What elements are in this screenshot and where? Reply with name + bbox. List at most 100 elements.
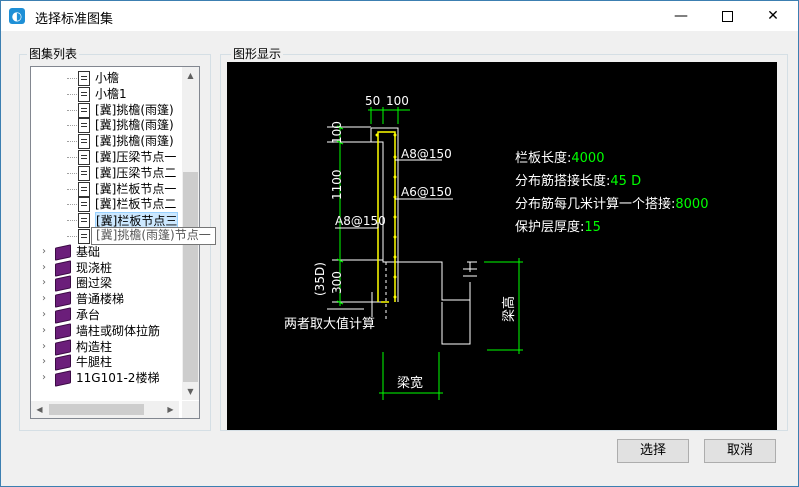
tree-item-label: [冀]挑檐(雨篷) [95, 102, 174, 117]
window-title: 选择标准图集 [35, 12, 114, 27]
tree-doc-item[interactable]: [冀]压梁节点二 [31, 165, 179, 181]
tree-item-label: 基础 [76, 244, 101, 259]
scroll-up-arrow-icon[interactable]: ▲ [182, 67, 199, 84]
tree-item-label: [冀]栏板节点二 [95, 197, 177, 212]
param-label: 分布筋每几米计算一个搭接: [515, 196, 675, 212]
param-lap-length: 分布筋搭接长度:45 D [515, 173, 641, 189]
tree-folder-item[interactable]: › 圈过梁 [31, 275, 179, 293]
tree-item-label: [冀]栏板节点一 [95, 181, 177, 196]
expand-chevron-icon[interactable]: › [39, 323, 49, 339]
document-icon [78, 229, 90, 244]
tree-connector [67, 220, 77, 222]
vertical-scroll-thumb[interactable] [183, 172, 198, 382]
expand-chevron-icon[interactable]: › [39, 275, 49, 291]
document-icon [78, 86, 90, 102]
param-cover-thickness: 保护层厚度:15 [515, 219, 601, 235]
tree-item-label: 墙柱或砌体拉筋 [76, 323, 161, 338]
expand-chevron-icon[interactable]: › [39, 354, 49, 370]
tree-doc-item[interactable]: [冀]栏板节点二 [31, 196, 179, 213]
document-icon [78, 71, 90, 86]
tree-doc-item[interactable]: 小檐 [31, 70, 179, 86]
tree-folder-item[interactable]: › 普通楼梯 [31, 291, 179, 308]
document-icon [78, 150, 90, 165]
tree-doc-item[interactable]: [冀]挑檐(雨篷) [31, 133, 179, 150]
note-take-max: 两者取大值计算 [284, 316, 375, 332]
scroll-left-arrow-icon[interactable]: ◀ [31, 401, 48, 418]
tree-folder-item[interactable]: › 构造柱 [31, 338, 179, 356]
expand-chevron-icon[interactable]: › [39, 370, 49, 386]
tree-doc-item[interactable]: [冀]栏板节点三 [31, 212, 179, 231]
select-button[interactable]: 选择 [617, 439, 689, 463]
tree-folder-item[interactable]: › 牛腿柱 [31, 354, 179, 372]
tree-item-label: [冀]挑檐(雨篷) [95, 118, 174, 133]
dim-left-1100: 1100 [330, 169, 344, 200]
maximize-button[interactable] [704, 1, 750, 31]
book-icon [55, 275, 71, 293]
tree-connector [67, 188, 77, 190]
tree-doc-item[interactable]: [冀]挑檐(雨篷) [31, 102, 179, 118]
tree-doc-item[interactable]: 小檐1 [31, 86, 179, 102]
param-label: 分布筋搭接长度: [515, 173, 610, 189]
tree-item-label: 小檐 [95, 71, 120, 85]
book-icon [55, 291, 71, 308]
tree-item-label: 承台 [76, 308, 101, 322]
tree-item-tooltip: [冀]挑檐(雨篷)节点一 [91, 227, 216, 245]
maximize-icon [721, 10, 733, 22]
scroll-right-arrow-icon[interactable]: ▶ [162, 401, 179, 418]
param-lap-interval: 分布筋每几米计算一个搭接:8000 [515, 196, 708, 212]
tree-item-label: [冀]挑檐(雨篷) [95, 134, 174, 149]
title-bar[interactable]: ◐ 选择标准图集 — ✕ [1, 1, 798, 31]
tree-horizontal-scrollbar[interactable]: ◀ ▶ [31, 401, 179, 418]
tree-folder-item[interactable]: › 承台 [31, 307, 179, 324]
expand-chevron-icon[interactable]: › [39, 244, 49, 260]
minimize-button[interactable]: — [658, 1, 704, 31]
document-icon [78, 213, 90, 229]
tree-item-label: [冀]压梁节点二 [95, 165, 177, 180]
tree-connector [67, 236, 77, 237]
expand-chevron-icon[interactable]: › [39, 260, 49, 276]
tree-doc-item[interactable]: [冀]压梁节点一 [31, 149, 179, 165]
tree-connector [67, 157, 77, 158]
note-35d: (35D) [313, 262, 327, 296]
scroll-corner [182, 401, 199, 418]
book-icon [55, 244, 71, 261]
tree-folder-item[interactable]: › 现浇桩 [31, 259, 179, 277]
expand-chevron-icon[interactable]: › [39, 307, 49, 323]
book-icon [55, 338, 71, 356]
param-value: 4000 [571, 151, 604, 166]
atlas-list-title: 图集列表 [27, 47, 80, 61]
tree-folder-item[interactable]: › 11G101-2楼梯 [31, 370, 179, 387]
tree-connector [67, 204, 77, 206]
tree-item-label: 小檐1 [95, 86, 127, 101]
tree-doc-item[interactable]: [冀]挑檐(雨篷) [31, 117, 179, 134]
leader-lines [327, 159, 453, 310]
param-label: 保护层厚度: [515, 219, 584, 235]
drawing-canvas: 50 100 100 1100 300 A8@150 A6@150 A8@150… [227, 62, 777, 430]
book-icon [55, 307, 71, 324]
tree-folder-item[interactable]: › 墙柱或砌体拉筋 [31, 323, 179, 340]
dim-left-300: 300 [330, 271, 344, 294]
tree-doc-item[interactable]: [冀]栏板节点一 [31, 181, 179, 197]
graphic-display-title: 图形显示 [231, 47, 284, 61]
param-value: 15 [584, 220, 601, 235]
tree-connector [67, 78, 77, 79]
document-icon [78, 181, 90, 197]
beam-height-label: 梁高 [501, 296, 517, 322]
tree-item-label: 普通楼梯 [76, 292, 125, 307]
book-icon [55, 354, 71, 372]
detail-drawing: 50 100 100 1100 300 A8@150 A6@150 A8@150… [284, 94, 708, 400]
tree-connector [67, 172, 77, 174]
tree-item-label: 11G101-2楼梯 [76, 371, 160, 386]
tree-folder-item[interactable]: › 基础 [31, 244, 179, 261]
tree-item-label: 现浇桩 [76, 260, 113, 275]
horizontal-scroll-thumb[interactable] [49, 404, 144, 415]
book-icon [55, 259, 71, 277]
tree-item-label: [冀]压梁节点一 [95, 150, 177, 164]
dim-top-100: 100 [386, 94, 409, 108]
scroll-down-arrow-icon[interactable]: ▼ [182, 383, 199, 400]
document-icon [78, 118, 90, 134]
cancel-button[interactable]: 取消 [704, 439, 776, 463]
expand-chevron-icon[interactable]: › [39, 291, 49, 307]
expand-chevron-icon[interactable]: › [39, 339, 49, 355]
close-button[interactable]: ✕ [750, 1, 796, 31]
